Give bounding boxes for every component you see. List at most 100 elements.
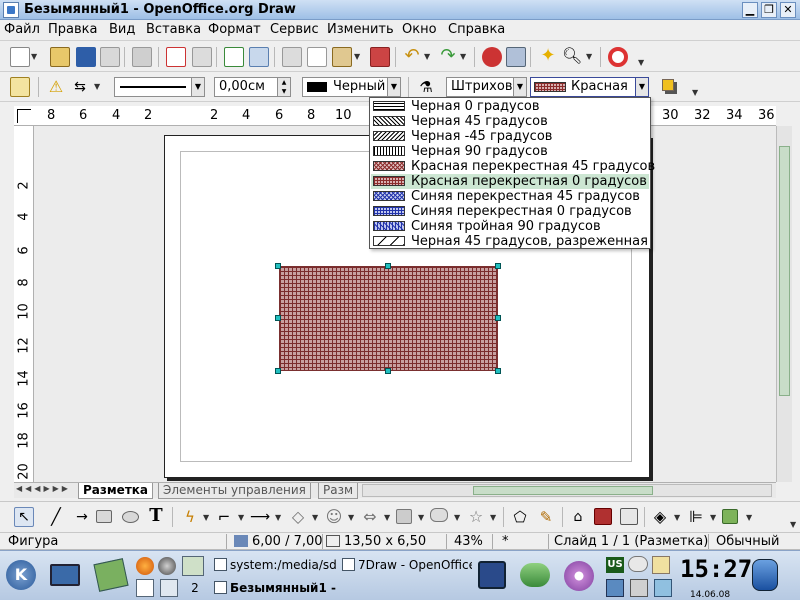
- firefox-icon[interactable]: [136, 557, 154, 575]
- menu-window[interactable]: Окно: [402, 22, 437, 37]
- gluepoints-icon[interactable]: ✎: [536, 507, 556, 527]
- styles-icon[interactable]: [10, 77, 30, 97]
- connector-tool-icon[interactable]: ⌐: [214, 507, 234, 527]
- hatch-option[interactable]: Черная 45 градусов: [371, 114, 649, 129]
- curve-dropdown-icon[interactable]: ▼: [203, 513, 209, 522]
- menu-tools[interactable]: Сервис: [270, 22, 319, 37]
- chat-icon[interactable]: [628, 556, 648, 572]
- line-width-input[interactable]: 0,00см: [214, 77, 278, 97]
- new-document-icon[interactable]: [10, 47, 30, 67]
- basic-shapes-dropdown-icon[interactable]: ▼: [312, 513, 318, 522]
- help-lifebuoy-icon[interactable]: [608, 47, 628, 67]
- selection-handle[interactable]: [385, 263, 391, 269]
- connector-dropdown-icon[interactable]: ▼: [238, 513, 244, 522]
- print-icon[interactable]: [192, 47, 212, 67]
- tab-dimensions[interactable]: Разм: [318, 483, 359, 499]
- curve-tool-icon[interactable]: ϟ: [180, 507, 200, 527]
- horizontal-scroll-thumb[interactable]: [473, 486, 653, 495]
- gallery-icon[interactable]: [620, 508, 638, 525]
- selection-handle[interactable]: [275, 263, 281, 269]
- calc-launcher-icon[interactable]: [160, 579, 178, 597]
- email-icon[interactable]: [100, 47, 120, 67]
- fontwork-icon[interactable]: ⌂: [568, 507, 588, 527]
- status-zoom[interactable]: 43%: [454, 534, 483, 549]
- hatch-option[interactable]: Черная 45 градусов, разреженная: [371, 234, 649, 249]
- copy-icon[interactable]: [307, 47, 327, 67]
- menu-insert[interactable]: Вставка: [146, 22, 201, 37]
- arrow-style-dropdown-icon[interactable]: ▼: [94, 82, 100, 91]
- maximize-icon[interactable]: ❐: [761, 2, 777, 18]
- arrow-style-icon[interactable]: ⇆: [70, 77, 90, 97]
- rotate-icon[interactable]: ◈: [650, 507, 670, 527]
- points-edit-icon[interactable]: ⬠: [510, 507, 530, 527]
- keyboard-layout-badge[interactable]: US: [606, 557, 624, 573]
- symbol-shapes-icon[interactable]: ☺: [324, 507, 344, 527]
- my-computer-icon[interactable]: [50, 564, 80, 586]
- shadow-icon[interactable]: [660, 77, 680, 97]
- hatch-option[interactable]: Синяя перекрестная 0 градусов: [371, 204, 649, 219]
- arrow-line-tool-icon[interactable]: →: [72, 507, 92, 527]
- from-file-image-icon[interactable]: [594, 508, 612, 525]
- export-pdf-icon[interactable]: [166, 47, 186, 67]
- menu-format[interactable]: Формат: [208, 22, 261, 37]
- menu-file[interactable]: Файл: [4, 22, 40, 37]
- hatched-rectangle[interactable]: [279, 266, 498, 371]
- lines-arrows-tool-icon[interactable]: ⟶: [250, 507, 270, 527]
- draw-app-icon[interactable]: [3, 2, 19, 18]
- callouts-dropdown-icon[interactable]: ▼: [454, 513, 460, 522]
- device-icon[interactable]: [654, 579, 672, 597]
- line-toolbar-overflow-icon[interactable]: ▼: [692, 88, 698, 97]
- draw-functions-icon[interactable]: [482, 47, 502, 67]
- fill-type-dropdown-icon[interactable]: ▼: [513, 77, 527, 97]
- undo-dropdown-icon[interactable]: ▼: [424, 52, 430, 61]
- gluepoints-star-icon[interactable]: ✦: [538, 47, 558, 67]
- new-dropdown-icon[interactable]: ▼: [31, 52, 37, 61]
- menu-modify[interactable]: Изменить: [327, 22, 394, 37]
- area-fill-bucket-icon[interactable]: ⚗: [416, 77, 436, 97]
- flowchart-icon[interactable]: [396, 509, 412, 524]
- task-7draw[interactable]: 7Draw - OpenOffice: [340, 554, 472, 576]
- paste-icon[interactable]: [332, 47, 352, 67]
- line-width-spin-icon[interactable]: ▲ ▼: [277, 77, 291, 97]
- spellcheck-icon[interactable]: [224, 47, 244, 67]
- draw-toolbar-overflow-icon[interactable]: ▼: [790, 520, 796, 529]
- arrange-dropdown-icon[interactable]: ▼: [746, 513, 752, 522]
- hatch-option[interactable]: Черная -45 градусов: [371, 129, 649, 144]
- fill-hatch-dropdown-icon[interactable]: ▼: [635, 77, 649, 97]
- open-icon[interactable]: [50, 47, 70, 67]
- line-icon[interactable]: ⚠: [46, 77, 66, 97]
- tab-stop-corner-icon[interactable]: [17, 109, 31, 123]
- selection-handle[interactable]: [385, 368, 391, 374]
- line-color-dropdown-icon[interactable]: ▼: [387, 77, 401, 97]
- minimize-icon[interactable]: ▁: [742, 2, 758, 18]
- autospellcheck-icon[interactable]: [249, 47, 269, 67]
- rotate-dropdown-icon[interactable]: ▼: [674, 513, 680, 522]
- stars-icon[interactable]: ☆: [466, 507, 486, 527]
- tab-navigation-arrows-icon[interactable]: ◀◀◀▶▶▶: [16, 484, 68, 497]
- line-style-select[interactable]: [114, 77, 192, 97]
- selection-handle[interactable]: [495, 368, 501, 374]
- redo-icon[interactable]: ↷: [438, 47, 458, 67]
- trash-icon[interactable]: [752, 559, 778, 591]
- fill-type-select[interactable]: Штрихов: [446, 77, 514, 97]
- basic-shapes-icon[interactable]: ◇: [288, 507, 308, 527]
- symbol-shapes-dropdown-icon[interactable]: ▼: [348, 513, 354, 522]
- control-center-icon[interactable]: [93, 558, 129, 592]
- selection-handle[interactable]: [495, 315, 501, 321]
- writer-launcher-icon[interactable]: [136, 579, 154, 597]
- selection-handle[interactable]: [495, 263, 501, 269]
- alignment-icon[interactable]: ⊫: [686, 507, 706, 527]
- block-arrows-icon[interactable]: ⇔: [360, 507, 380, 527]
- menu-help[interactable]: Справка: [448, 22, 505, 37]
- navigator-icon[interactable]: [506, 47, 526, 67]
- alignment-dropdown-icon[interactable]: ▼: [710, 513, 716, 522]
- hatch-option[interactable]: Черная 0 градусов: [371, 99, 649, 114]
- fill-hatch-select[interactable]: Красная: [530, 77, 636, 97]
- task-konqueror[interactable]: system:/media/sd: [212, 554, 336, 576]
- zoom-icon[interactable]: 🔍︎: [562, 47, 582, 67]
- menu-edit[interactable]: Правка: [48, 22, 97, 37]
- undo-icon[interactable]: ↶: [402, 47, 422, 67]
- close-icon[interactable]: ✕: [780, 2, 796, 18]
- hatch-option[interactable]: Черная 90 градусов: [371, 144, 649, 159]
- selection-handle[interactable]: [275, 315, 281, 321]
